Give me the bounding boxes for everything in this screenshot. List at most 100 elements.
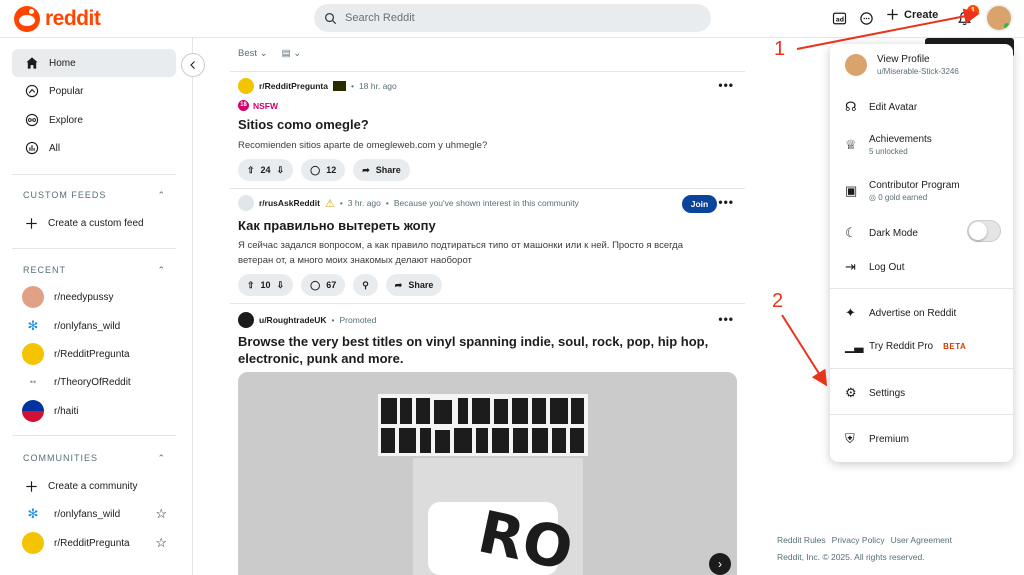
post-time: 3 hr. ago xyxy=(347,198,381,208)
custom-feeds-header[interactable]: CUSTOM FEEDS ⌃ xyxy=(23,190,166,201)
award-button[interactable]: ⚲ xyxy=(353,274,378,296)
recent-header[interactable]: RECENT ⌃ xyxy=(23,265,166,276)
promoted-post-card[interactable]: u/RoughtradeUK • Promoted ••• Browse the… xyxy=(238,312,738,372)
sidebar-item-all[interactable]: All xyxy=(12,134,176,162)
view-toggle[interactable]: ▤ ⌄ xyxy=(282,48,302,59)
more-options-icon[interactable]: ••• xyxy=(718,78,734,92)
edit-avatar-label: Edit Avatar xyxy=(869,101,918,113)
downvote-icon[interactable]: ⇩ xyxy=(277,165,285,176)
post-body: Recomienden sitios aparte de omegleweb.c… xyxy=(238,140,488,151)
create-custom-feed[interactable]: Create a custom feed xyxy=(12,209,176,237)
menu-item-edit-avatar[interactable]: ☊ Edit Avatar xyxy=(830,99,1013,115)
share-button[interactable]: ➦ Share xyxy=(385,274,443,296)
post-actions: ⇧ 24 ⇩ ◯ 12 ➦ Share xyxy=(238,159,738,181)
collapse-sidebar-button[interactable] xyxy=(181,53,205,77)
subreddit-avatar: •• xyxy=(22,371,44,393)
menu-item-premium[interactable]: ⛨ Premium xyxy=(830,431,1013,447)
post-subreddit[interactable]: r/rusAskReddit xyxy=(259,198,320,208)
community-item[interactable]: r/RedditPregunta ☆ xyxy=(12,529,167,557)
dark-mode-label: Dark Mode xyxy=(869,227,918,239)
footer-link[interactable]: Privacy Policy xyxy=(832,535,885,545)
post-title[interactable]: Как правильно вытереть жопу xyxy=(238,217,738,234)
menu-item-settings[interactable]: ⚙ Settings xyxy=(830,385,1013,401)
upvote-icon[interactable]: ⇧ xyxy=(247,280,255,291)
all-icon xyxy=(25,141,39,155)
sidebar-divider xyxy=(12,248,176,249)
more-options-icon[interactable]: ••• xyxy=(718,195,734,209)
downvote-icon[interactable]: ⇩ xyxy=(277,280,285,291)
advertise-icon[interactable]: ad xyxy=(830,9,848,27)
create-custom-feed-label: Create a custom feed xyxy=(48,217,144,229)
nsfw-label: NSFW xyxy=(253,100,279,111)
wallet-icon: ▣ xyxy=(845,183,858,198)
chevron-up-icon: ⌃ xyxy=(157,453,166,463)
chevron-up-icon: ⌃ xyxy=(157,190,166,200)
recent-item[interactable]: ✻ r/onlyfans_wild xyxy=(12,312,176,340)
post-time: 18 hr. ago xyxy=(358,81,397,91)
chat-icon[interactable] xyxy=(857,9,875,27)
community-item[interactable]: ✻ r/onlyfans_wild ☆ xyxy=(12,500,167,528)
upvote-icon[interactable]: ⇧ xyxy=(247,165,255,176)
sort-dropdown[interactable]: Best ⌄ xyxy=(238,48,268,59)
menu-item-log-out[interactable]: ⇥ Log Out xyxy=(830,259,1013,275)
carousel-next-button[interactable]: › xyxy=(709,553,731,575)
star-icon[interactable]: ☆ xyxy=(155,506,167,522)
recent-item[interactable]: r/needypussy xyxy=(12,283,176,311)
menu-item-reddit-pro[interactable]: ▁▃ Try Reddit Pro BETA xyxy=(830,339,1013,353)
contributor-label: Contributor Program xyxy=(869,180,960,191)
post-author[interactable]: u/RoughtradeUK xyxy=(259,315,327,325)
post-subreddit[interactable]: r/RedditPregunta xyxy=(259,81,328,91)
post-title-line[interactable]: electronic, punk and more. xyxy=(238,350,738,367)
recent-item[interactable]: •• r/TheoryOfReddit xyxy=(12,368,176,396)
recent-item-label: r/TheoryOfReddit xyxy=(54,376,131,388)
achievements-label: Achievements xyxy=(869,134,932,145)
avatar-shirt-icon: ☊ xyxy=(845,99,857,114)
post-meta: r/rusAskReddit ⚠ • 3 hr. ago • Because y… xyxy=(238,195,738,211)
recent-item[interactable]: r/RedditPregunta xyxy=(12,340,176,368)
beta-badge: BETA xyxy=(943,341,967,351)
menu-item-contributor-program[interactable]: ▣ Contributor Program ◎ 0 gold earned xyxy=(830,180,1013,202)
create-button[interactable]: Create xyxy=(886,8,938,21)
search-input[interactable] xyxy=(345,12,645,24)
settings-label: Settings xyxy=(869,387,906,399)
recent-item-label: r/RedditPregunta xyxy=(54,348,130,360)
menu-divider xyxy=(830,414,1013,415)
post-card[interactable]: r/RedditPregunta • 18 hr. ago ••• 18 NSF… xyxy=(238,78,738,186)
menu-item-advertise[interactable]: ✦ Advertise on Reddit xyxy=(830,305,1013,321)
footer-link[interactable]: User Agreement xyxy=(891,535,952,545)
recent-item[interactable]: r/haiti xyxy=(12,397,176,425)
profile-avatar-button[interactable] xyxy=(985,4,1013,32)
warning-icon: ⚠ xyxy=(324,197,335,210)
post-card[interactable]: r/rusAskReddit ⚠ • 3 hr. ago • Because y… xyxy=(238,195,738,299)
communities-header[interactable]: COMMUNITIES ⌃ xyxy=(23,453,166,464)
star-icon[interactable]: ☆ xyxy=(155,535,167,551)
comments-button[interactable]: ◯ 12 xyxy=(301,159,346,181)
dark-mode-toggle[interactable] xyxy=(967,220,1001,242)
join-button[interactable]: Join xyxy=(682,195,717,213)
promoted-image[interactable]: RO xyxy=(238,372,737,575)
share-button[interactable]: ➦ Share xyxy=(353,159,410,181)
comments-button[interactable]: ◯ 67 xyxy=(301,274,346,296)
sidebar-divider xyxy=(12,435,176,436)
menu-item-achievements[interactable]: ♕ Achievements 5 unlocked xyxy=(830,134,1013,156)
promoted-label: Promoted xyxy=(339,315,377,325)
more-options-icon[interactable]: ••• xyxy=(718,312,734,326)
sidebar-item-explore[interactable]: Explore xyxy=(12,106,176,134)
svg-text:ad: ad xyxy=(835,16,843,23)
post-body-line: Я сейчас задался вопросом, а как правило… xyxy=(238,240,684,251)
sidebar-item-home[interactable]: Home xyxy=(12,49,176,77)
menu-item-view-profile[interactable]: View Profile u/Miserable-Stick-3246 xyxy=(830,54,1013,76)
search-icon xyxy=(324,12,337,24)
post-title[interactable]: Sitios como omegle? xyxy=(238,116,738,133)
post-divider xyxy=(230,71,745,72)
post-title-line[interactable]: Browse the very best titles on vinyl spa… xyxy=(238,333,738,350)
create-community[interactable]: Create a community xyxy=(12,472,176,500)
advertiser-avatar xyxy=(238,312,254,328)
sidebar-item-popular[interactable]: Popular xyxy=(12,77,176,105)
plus-icon xyxy=(26,217,37,229)
log-out-label: Log Out xyxy=(869,261,905,273)
footer-link[interactable]: Reddit Rules xyxy=(777,535,826,545)
reddit-logo[interactable]: reddit xyxy=(14,6,101,32)
share-icon: ➦ xyxy=(394,279,403,290)
search-bar[interactable] xyxy=(314,4,711,32)
